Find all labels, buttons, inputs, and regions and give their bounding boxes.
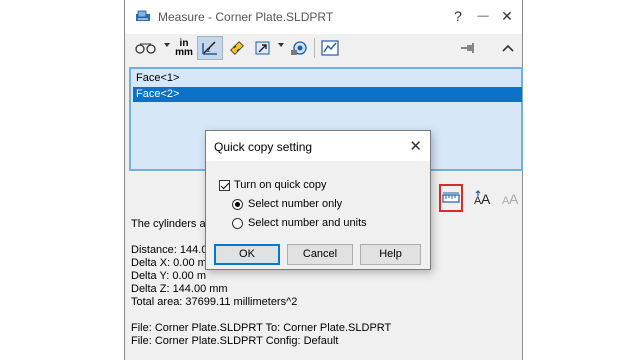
measure-app-icon xyxy=(136,10,150,21)
arc-options-dropdown-icon[interactable] xyxy=(164,43,170,47)
pin-icon xyxy=(461,43,474,53)
toolbar-separator xyxy=(314,38,315,58)
collapse-icon xyxy=(502,44,514,52)
projection-button[interactable] xyxy=(252,36,274,60)
result-delta-x: Delta X: 0.00 m xyxy=(131,257,207,269)
measure-toolbar: in mm z xyxy=(125,34,522,62)
units-mm-label: mm xyxy=(175,47,193,58)
result-config-line: File: Corner Plate.SLDPRT Config: Defaul… xyxy=(131,335,339,347)
show-xyz-button[interactable]: z xyxy=(197,36,223,60)
show-xyz-icon: z xyxy=(202,41,217,55)
number-only-radio[interactable]: Select number only xyxy=(232,198,342,210)
turn-on-quick-copy-checkbox[interactable]: Turn on quick copy xyxy=(219,179,327,191)
projection-dropdown-icon[interactable] xyxy=(278,43,284,47)
point-to-point-icon xyxy=(230,41,244,55)
list-item-selected[interactable]: Face<2> xyxy=(133,87,522,102)
list-item[interactable]: Face<1> xyxy=(133,71,179,86)
result-total-area: Total area: 37699.11 millimeters^2 xyxy=(131,296,298,308)
increase-font-icon: A A xyxy=(474,190,491,206)
result-distance: Distance: 144.0 xyxy=(131,244,208,256)
number-only-label: Select number only xyxy=(248,198,343,210)
measure-history-button[interactable] xyxy=(287,36,311,60)
ruler-icon xyxy=(442,192,460,203)
close-button[interactable]: ✕ xyxy=(497,6,517,26)
arc-circle-measure-icon xyxy=(135,43,156,54)
radio-unselected-icon[interactable] xyxy=(232,217,243,229)
quick-copy-dialog: Quick copy setting ✕ Turn on quick copy … xyxy=(205,130,431,270)
increase-font-button[interactable]: A A xyxy=(471,184,495,212)
dialog-title-bar[interactable]: Quick copy setting ✕ xyxy=(206,131,430,161)
point-to-point-button[interactable] xyxy=(226,36,248,60)
svg-text:z: z xyxy=(207,47,211,54)
svg-text:A: A xyxy=(509,191,519,206)
dialog-close-button[interactable]: ✕ xyxy=(409,137,422,155)
quick-copy-button[interactable] xyxy=(439,184,463,212)
create-sensor-button[interactable] xyxy=(318,36,342,60)
svg-text:A: A xyxy=(481,191,491,206)
decrease-font-icon: A A xyxy=(502,191,519,206)
radio-selected-icon[interactable] xyxy=(232,198,243,210)
result-description: The cylinders a xyxy=(131,218,206,230)
create-sensor-icon xyxy=(321,40,339,56)
result-delta-y: Delta Y: 0.00 m xyxy=(131,270,207,282)
title-bar[interactable]: Measure - Corner Plate.SLDPRT ? — ✕ xyxy=(125,0,522,34)
pin-button[interactable] xyxy=(458,36,478,60)
number-and-units-radio[interactable]: Select number and units xyxy=(232,217,367,229)
projection-icon xyxy=(255,41,270,55)
help-dialog-button[interactable]: Help xyxy=(360,244,421,265)
arc-circle-measure-button[interactable] xyxy=(133,36,161,60)
measure-history-icon xyxy=(291,41,307,55)
turn-on-label: Turn on quick copy xyxy=(234,179,327,191)
number-and-units-label: Select number and units xyxy=(248,217,367,229)
result-delta-z: Delta Z: 144.00 mm xyxy=(131,283,228,295)
help-button[interactable]: ? xyxy=(448,6,468,26)
decrease-font-button[interactable]: A A xyxy=(499,184,523,212)
ok-button[interactable]: OK xyxy=(214,244,280,265)
dialog-title: Quick copy setting xyxy=(214,140,313,154)
cancel-button[interactable]: Cancel xyxy=(287,244,353,265)
collapse-button[interactable] xyxy=(498,36,518,60)
checkbox-checked-icon[interactable] xyxy=(219,179,230,191)
minimize-button[interactable]: — xyxy=(473,6,493,26)
window-title: Measure - Corner Plate.SLDPRT xyxy=(158,10,334,24)
units-precision-button[interactable]: in mm xyxy=(173,36,195,60)
result-file-line: File: Corner Plate.SLDPRT To: Corner Pla… xyxy=(131,322,392,334)
